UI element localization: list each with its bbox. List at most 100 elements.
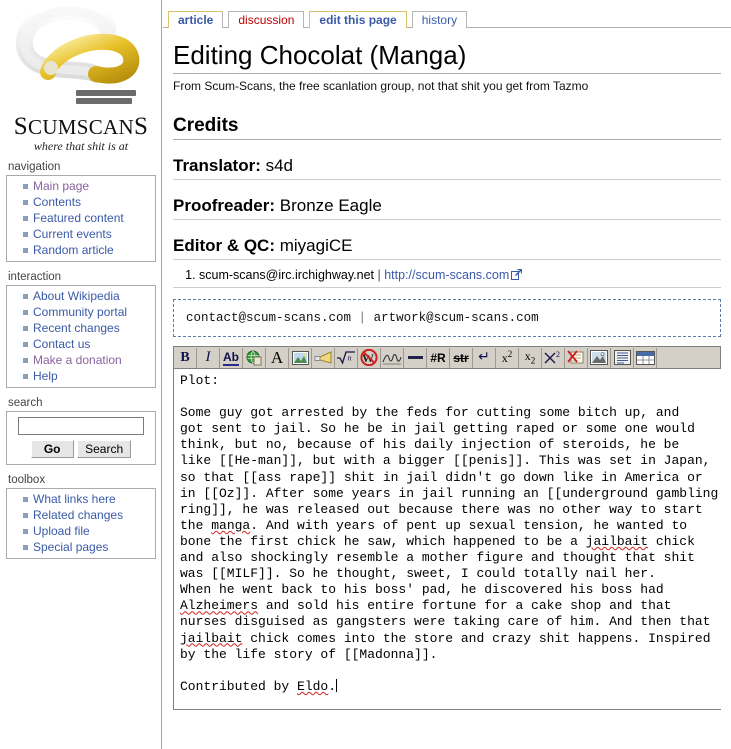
credit-row: Editor & QC: miyagiCE (173, 236, 721, 260)
sidebar-item-current-events[interactable]: Current events (33, 227, 112, 241)
page-tabs: article discussion edit this page history (163, 0, 731, 28)
site-logo[interactable]: SCUMSCANS where that shit is at (0, 0, 161, 160)
picture-gallery-button[interactable] (588, 347, 611, 368)
list-item: Featured content (23, 210, 155, 226)
subscript-button[interactable]: x2 (519, 347, 542, 368)
credit-role: Editor & QC: (173, 236, 275, 255)
contact-list-item: scum-scans@irc.irchighway.net | http://s… (199, 267, 721, 283)
portlet-toolbox: toolbox What links here Related changes Up… (0, 473, 161, 559)
portlet-interaction: interaction About Wikipedia Community por… (0, 270, 161, 388)
list-item: Related changes (23, 507, 155, 523)
list-item: Help (23, 368, 155, 384)
external-link-icon (511, 268, 523, 280)
headline-button[interactable]: A (266, 347, 289, 368)
edit-toolbar: B I Ab An W #R str ↵ x2 x2 2 (173, 346, 721, 368)
sidebar-item-make-a-donation[interactable]: Make a donation (33, 353, 122, 367)
sidebar-item-help[interactable]: Help (33, 369, 58, 383)
search-buttons (7, 440, 155, 458)
scumscans-wordmark-chip (76, 90, 138, 107)
sidebar-item-contents[interactable]: Contents (33, 195, 81, 209)
list-item: Random article (23, 242, 155, 258)
portlet-toolbox-body: What links here Related changes Upload fil… (6, 488, 156, 559)
portlet-interaction-heading: interaction (8, 271, 62, 283)
list-item: About Wikipedia (23, 288, 155, 304)
brand-tagline: where that shit is at (33, 139, 129, 153)
credits-heading: Credits (173, 115, 721, 140)
tab-edit-this-page[interactable]: edit this page (309, 11, 407, 28)
sidebar: SCUMSCANS where that shit is at navigati… (0, 0, 162, 749)
strikethrough-button[interactable]: str (450, 347, 473, 368)
credit-role: Translator: (173, 156, 261, 175)
bold-button[interactable]: B (174, 347, 197, 368)
portlet-search: search (0, 396, 161, 465)
toolbox-item-what-links-here[interactable]: What links here (33, 492, 116, 506)
external-link-button[interactable] (243, 347, 266, 368)
portlet-navigation-body: Main page Contents Featured content Current… (6, 175, 156, 262)
portlet-interaction-body: About Wikipedia Community portal Recent ch… (6, 285, 156, 388)
credit-name: Bronze Eagle (275, 196, 382, 215)
italic-button[interactable]: I (197, 347, 220, 368)
list-item: Recent changes (23, 320, 155, 336)
content-column: article discussion edit this page history E… (163, 0, 731, 749)
edit-form: Plot: Some guy got arrested by the feds … (173, 368, 731, 710)
toolbox-item-upload-file[interactable]: Upload file (33, 524, 90, 538)
line-break-button[interactable]: ↵ (473, 347, 496, 368)
site-subtitle: From Scum-Scans, the free scanlation gro… (173, 79, 589, 93)
sidebar-item-random-article[interactable]: Random article (33, 243, 114, 257)
contact-email-primary: contact@scum-scans.com (186, 311, 352, 325)
search-go-button[interactable] (30, 440, 74, 458)
svg-text:n: n (348, 354, 352, 363)
credit-name: miyagiCE (275, 236, 353, 255)
wikitext-textarea[interactable]: Plot: Some guy got arrested by the feds … (173, 368, 721, 710)
list-item: Contact us (23, 336, 155, 352)
list-item: Current events (23, 226, 155, 242)
internal-link-button[interactable]: Ab (220, 347, 243, 368)
sidebar-item-main-page[interactable]: Main page (33, 179, 89, 193)
sidebar-item-community-portal[interactable]: Community portal (33, 305, 127, 319)
scumscans-website-link[interactable]: http://scum-scans.com (384, 268, 509, 282)
list-item: What links here (23, 491, 155, 507)
credits-list: Translator: s4d Proofreader: Bronze Eagle… (173, 156, 721, 260)
hide-comment-button[interactable] (565, 347, 588, 368)
insert-table-button[interactable] (634, 347, 657, 368)
superscript-button[interactable]: x2 (496, 347, 519, 368)
contact-separator: | (358, 311, 367, 325)
contact-box: contact@scum-scans.com | artwork@scum-sc… (173, 299, 721, 337)
search-input[interactable] (18, 417, 144, 435)
media-file-button[interactable] (312, 347, 335, 368)
nowiki-button[interactable]: W (358, 347, 381, 368)
list-item: Community portal (23, 304, 155, 320)
search-submit-button[interactable] (77, 440, 132, 458)
portlet-search-body (6, 411, 156, 465)
small-text-button[interactable]: 2 (542, 347, 565, 368)
credit-role: Proofreader: (173, 196, 276, 215)
sidebar-item-recent-changes[interactable]: Recent changes (33, 321, 120, 335)
tab-history[interactable]: history (411, 11, 468, 28)
toolbox-item-related-changes[interactable]: Related changes (33, 508, 123, 522)
sidebar-item-contact-us[interactable]: Contact us (33, 337, 90, 351)
page-title: Editing Chocolat (Manga) (173, 40, 721, 74)
math-formula-button[interactable]: n (335, 347, 358, 368)
horizontal-rule-button[interactable] (404, 347, 427, 368)
block-quote-button[interactable] (611, 347, 634, 368)
contact-email-artwork: artwork@scum-scans.com (373, 311, 539, 325)
textarea-wrapper: Plot: Some guy got arrested by the feds … (173, 368, 731, 710)
credit-row: Proofreader: Bronze Eagle (173, 196, 721, 220)
portlet-toolbox-heading: toolbox (8, 474, 46, 486)
sidebar-item-about-wikipedia[interactable]: About Wikipedia (33, 289, 120, 303)
credit-name: s4d (260, 156, 293, 175)
portlet-navigation-heading: navigation (8, 161, 61, 173)
toolbox-item-special-pages[interactable]: Special pages (33, 540, 108, 554)
sidebar-item-featured-content[interactable]: Featured content (33, 211, 124, 225)
contact-ordered-list: scum-scans@irc.irchighway.net | http://s… (173, 267, 721, 288)
body-content: Editing Chocolat (Manga) From Scum-Scans… (163, 40, 731, 710)
list-item: Upload file (23, 523, 155, 539)
signature-button[interactable] (381, 347, 404, 368)
embedded-image-button[interactable] (289, 347, 312, 368)
tab-article[interactable]: article (168, 11, 224, 28)
tab-discussion[interactable]: discussion (228, 11, 305, 28)
page-root: SCUMSCANS where that shit is at navigati… (0, 0, 731, 749)
list-item: Contents (23, 194, 155, 210)
list-item: Make a donation (23, 352, 155, 368)
redirect-button[interactable]: #R (427, 347, 450, 368)
